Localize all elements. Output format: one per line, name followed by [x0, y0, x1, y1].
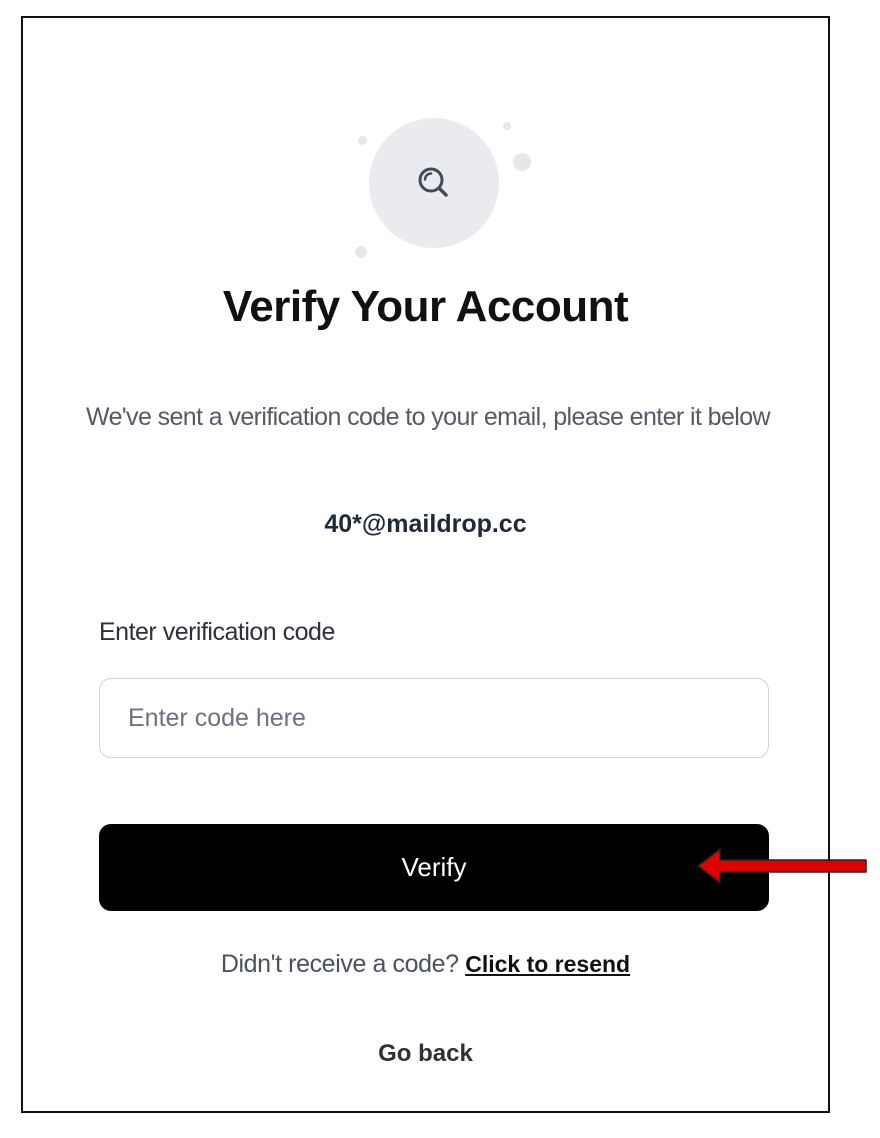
code-field-label: Enter verification code: [99, 618, 335, 646]
red-arrow-left-icon: [697, 848, 867, 884]
verify-button[interactable]: Verify: [99, 824, 769, 911]
resend-link[interactable]: Click to resend: [465, 951, 630, 977]
verification-code-input[interactable]: [99, 678, 769, 758]
email-address: 40*@maildrop.cc: [324, 510, 527, 538]
decorative-dot: [358, 136, 367, 145]
resend-row: Didn't receive a code? Click to resend: [23, 950, 828, 979]
decorative-dot: [503, 122, 511, 130]
go-back-link[interactable]: Go back: [23, 1040, 828, 1068]
icon-badge: [369, 118, 499, 248]
search-icon: [418, 167, 448, 197]
instruction-text: We've sent a verification code to your e…: [86, 403, 771, 431]
verification-card: Verify Your Account We've sent a verific…: [21, 16, 830, 1113]
decorative-dot: [513, 153, 531, 171]
decorative-dot: [355, 246, 367, 258]
header-illustration: [23, 18, 828, 298]
resend-prompt: Didn't receive a code?: [220, 950, 459, 978]
page-title: Verify Your Account: [222, 282, 629, 331]
